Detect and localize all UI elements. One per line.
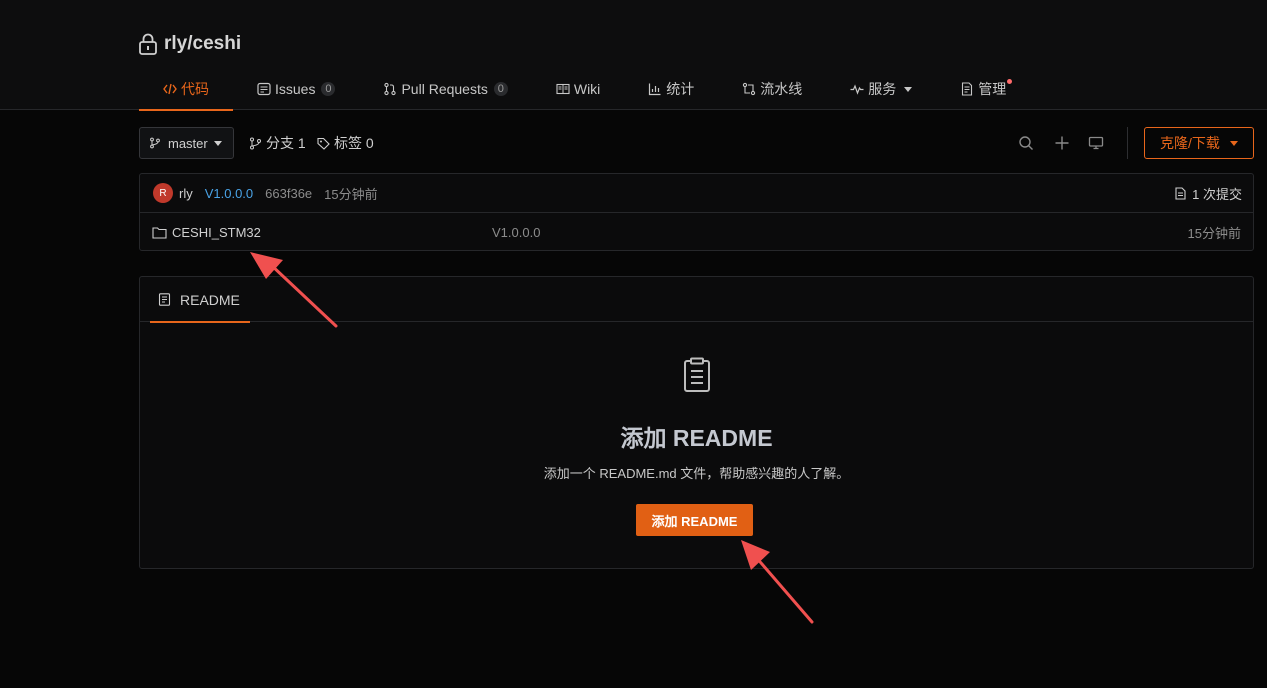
add-readme-button[interactable]: 添加 README: [636, 504, 753, 536]
tab-services[interactable]: 服务: [826, 68, 936, 110]
branches-link[interactable]: 分支 1: [249, 127, 306, 159]
tab-label: 统计: [666, 81, 695, 97]
chevron-down-icon: [213, 140, 222, 146]
tab-label: Issues: [275, 81, 316, 97]
repo-name[interactable]: rly/ceshi: [164, 33, 241, 55]
readme-document-icon: [684, 357, 710, 392]
issues-icon: [257, 82, 271, 96]
tab-label: 管理: [978, 81, 1007, 97]
chevron-down-icon: [1229, 140, 1238, 146]
commit-count-label: 1 次提交: [1192, 187, 1242, 202]
repo-toolbar: master 分支 1 标签 0 克隆/下载: [139, 127, 1254, 159]
file-row[interactable]: CESHI_STM32 V1.0.0.0 15分钟前: [140, 213, 1253, 251]
document-icon: [158, 293, 171, 306]
branch-select[interactable]: master: [139, 127, 234, 159]
branch-icon: [250, 137, 261, 149]
tab-stats[interactable]: 统计: [624, 68, 718, 110]
branches-label: 分支 1: [266, 135, 306, 151]
file-commit-message[interactable]: V1.0.0.0: [492, 225, 540, 240]
chevron-down-icon: [904, 86, 913, 92]
clone-label: 克隆/下载: [1160, 135, 1220, 151]
pulse-icon: [850, 84, 864, 95]
lock-icon: [139, 33, 157, 55]
repo-title: rly/ceshi: [138, 33, 241, 55]
tab-issues[interactable]: Issues 0: [233, 68, 359, 110]
pull-request-icon: [384, 82, 397, 96]
empty-readme-description: 添加一个 README.md 文件，帮助感兴趣的人了解。: [543, 466, 850, 481]
readme-tab-label: README: [180, 291, 240, 308]
repo-tabs: 代码 Issues 0 Pull Requests 0 Wiki 统计 流水线 …: [139, 68, 1030, 111]
tab-label: Pull Requests: [401, 81, 488, 97]
avatar[interactable]: R: [153, 183, 173, 203]
search-icon: [1019, 136, 1033, 150]
commit-author[interactable]: rly: [179, 186, 193, 201]
empty-readme-title: 添加 README: [620, 425, 773, 451]
tab-wiki[interactable]: Wiki: [532, 68, 624, 110]
readme-header: README: [140, 277, 1253, 323]
file-commit-time: 15分钟前: [1187, 225, 1241, 241]
book-icon: [556, 83, 570, 95]
notification-dot: [1007, 79, 1013, 84]
file-name: CESHI_STM32: [172, 224, 261, 240]
file-list: R rly V1.0.0.0 663f36e 15分钟前 1 次提交 CESHI…: [139, 173, 1254, 251]
branch-name: master: [168, 135, 208, 151]
repo-header: rly/ceshi 代码 Issues 0 Pull Requests 0 Wi…: [0, 0, 1267, 111]
commit-message-link[interactable]: V1.0.0.0: [205, 186, 253, 201]
pr-count-badge: 0: [493, 82, 508, 96]
tab-label: 代码: [181, 81, 209, 97]
readme-panel: README 添加 README 添加一个 README.md 文件，帮助感兴趣…: [139, 276, 1254, 569]
tag-icon: [317, 137, 330, 150]
file-name-link[interactable]: CESHI_STM32: [152, 225, 261, 240]
tab-pipeline[interactable]: 流水线: [718, 68, 826, 110]
monitor-icon: [1088, 136, 1104, 150]
tags-label: 标签 0: [334, 135, 374, 151]
tab-pull-requests[interactable]: Pull Requests 0: [359, 68, 531, 110]
commit-count-link[interactable]: 1 次提交: [1174, 174, 1242, 213]
code-icon: [163, 83, 177, 95]
tab-readme[interactable]: README: [150, 277, 250, 323]
history-document-icon: [1175, 187, 1186, 200]
tab-label: 服务: [868, 81, 897, 97]
tab-label: Wiki: [573, 81, 601, 97]
add-file-button[interactable]: [1052, 133, 1072, 153]
issues-count-badge: 0: [321, 82, 336, 96]
pipeline-icon: [743, 82, 756, 96]
bar-chart-icon: [649, 83, 661, 96]
tab-manage[interactable]: 管理: [936, 68, 1030, 110]
tab-code[interactable]: 代码: [139, 68, 233, 111]
search-button[interactable]: [1016, 133, 1036, 153]
clone-download-button[interactable]: 克隆/下载: [1144, 127, 1254, 159]
commit-sha[interactable]: 663f36e: [265, 186, 312, 201]
toolbar-divider: [1127, 127, 1128, 159]
web-ide-button[interactable]: [1086, 133, 1106, 153]
tags-link[interactable]: 标签 0: [317, 127, 374, 159]
branch-icon: [150, 137, 160, 149]
commit-time: 15分钟前: [324, 186, 378, 202]
latest-commit-row: R rly V1.0.0.0 663f36e 15分钟前 1 次提交: [140, 174, 1253, 213]
plus-icon: [1055, 136, 1069, 150]
document-settings-icon: [962, 82, 973, 96]
folder-icon: [152, 226, 167, 239]
tab-label: 流水线: [760, 81, 803, 97]
